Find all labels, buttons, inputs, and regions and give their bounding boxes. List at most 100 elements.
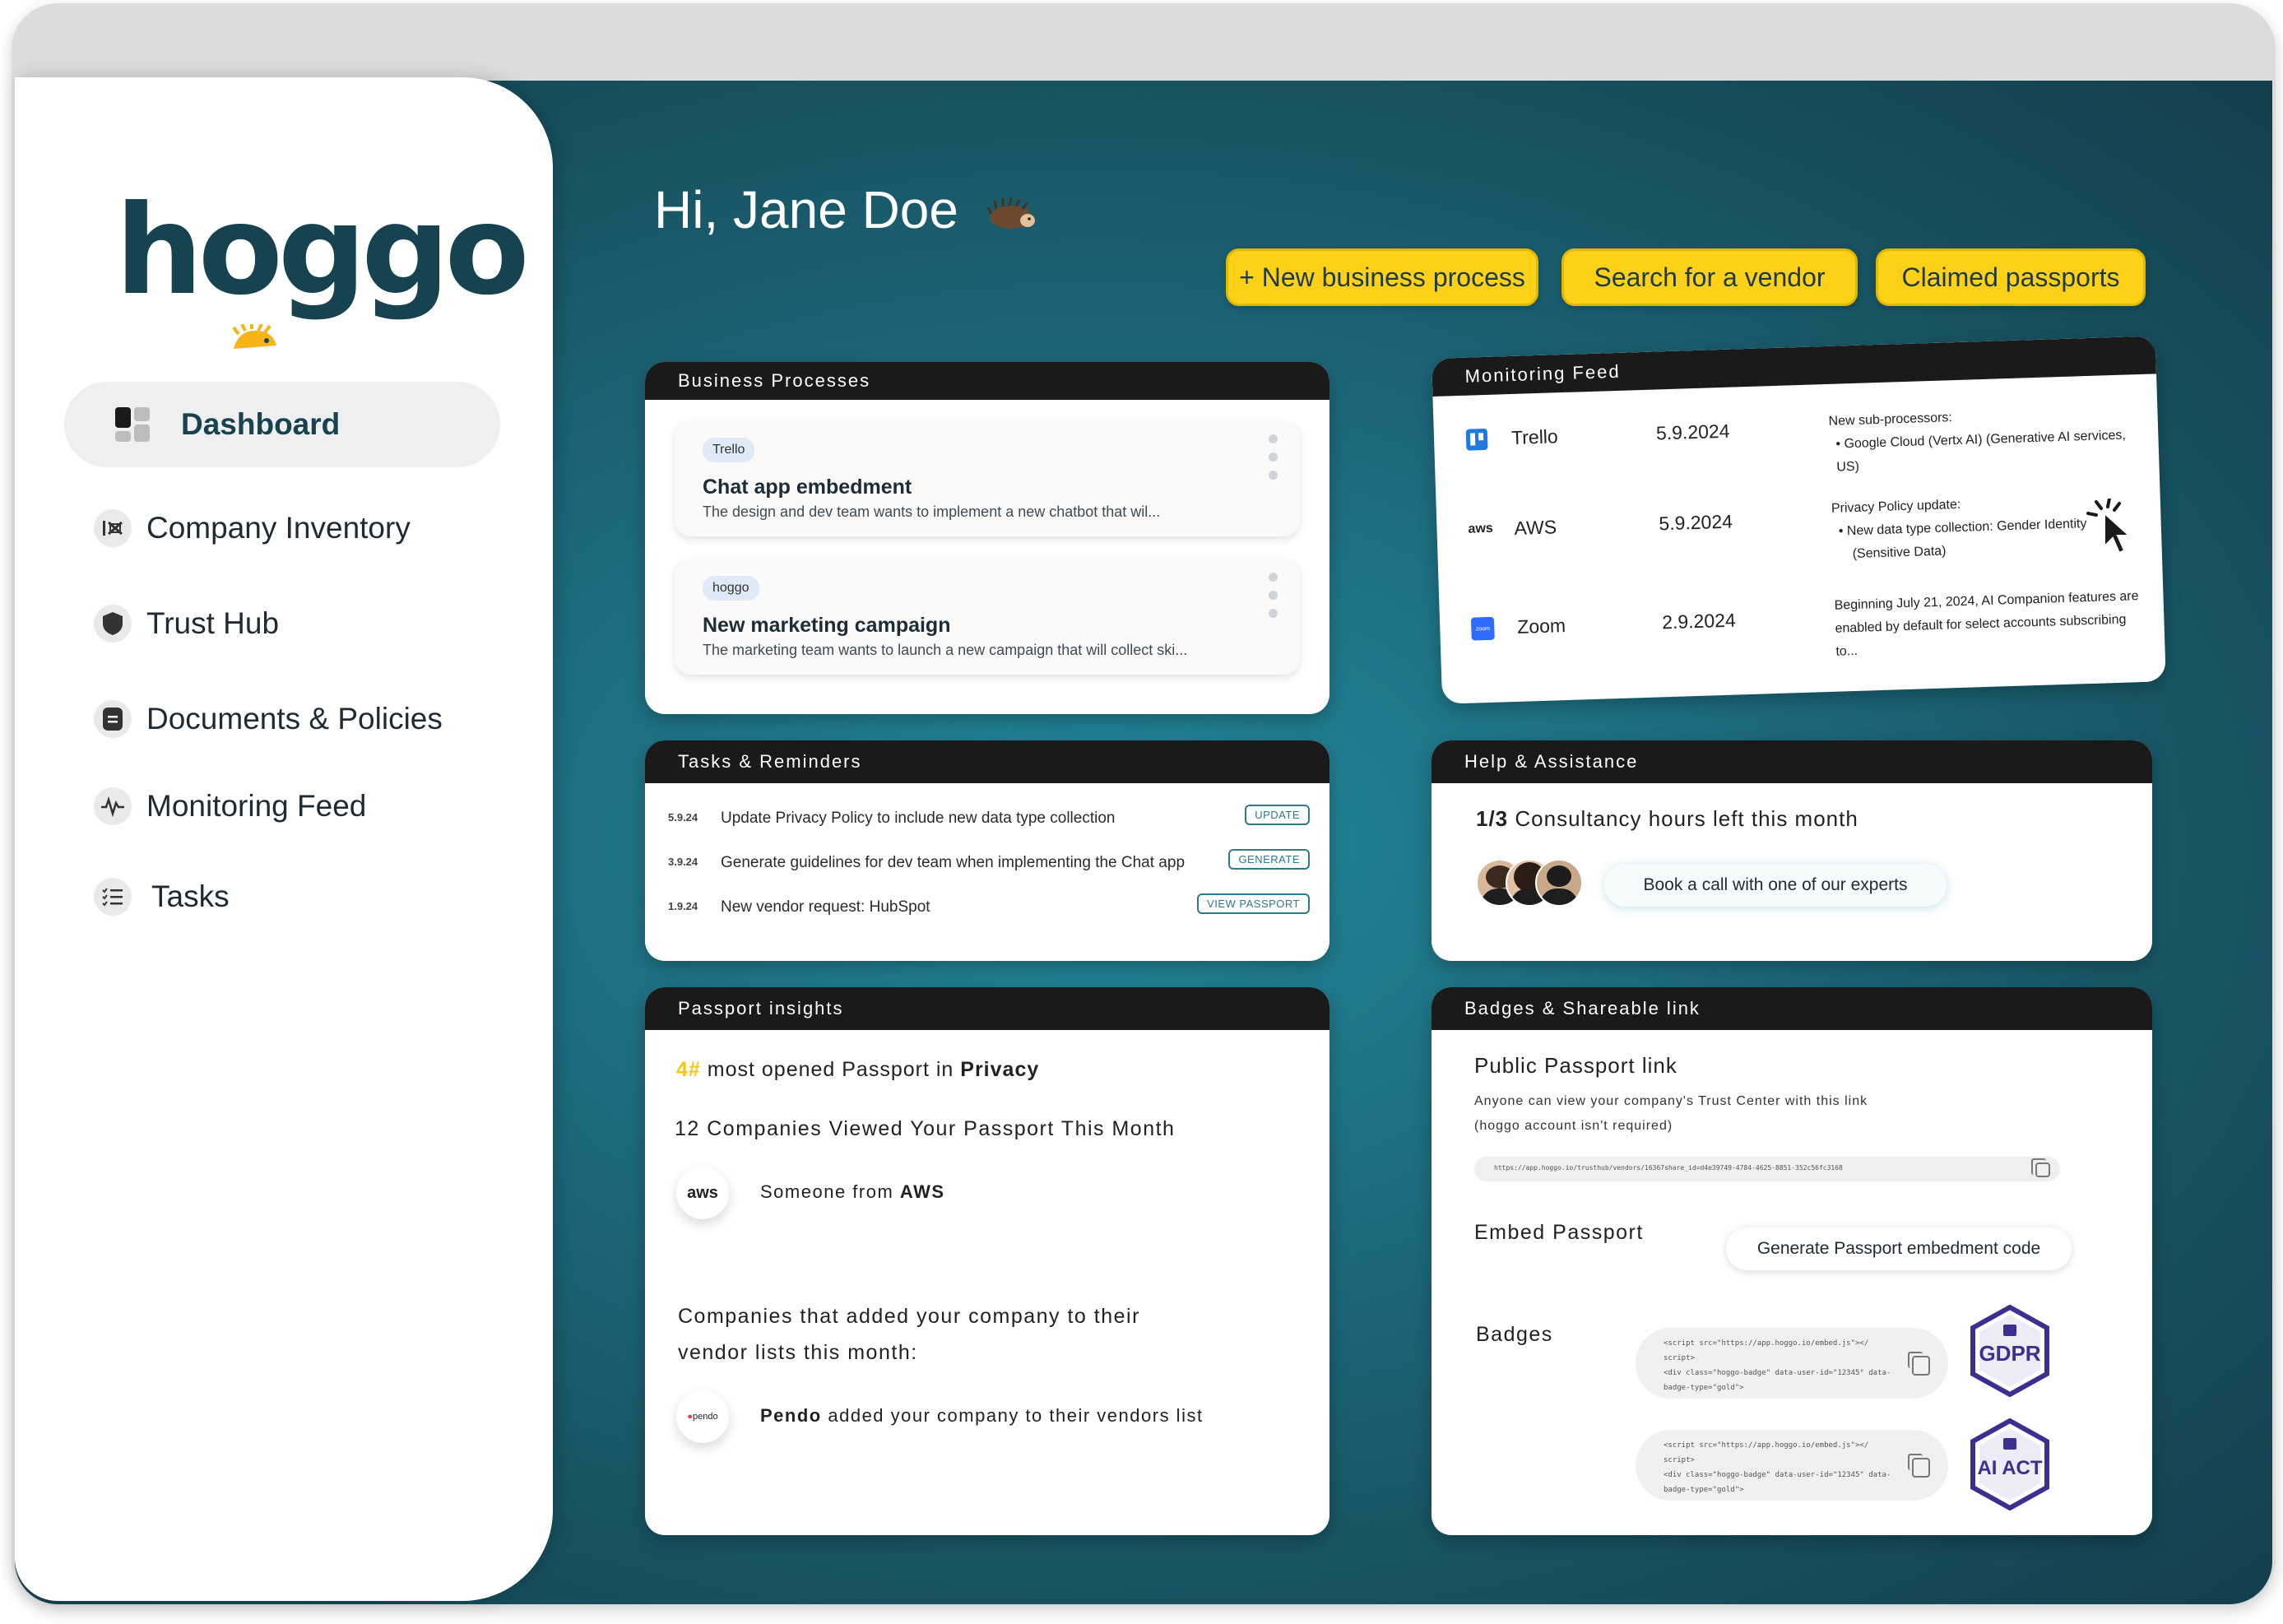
- more-options-icon[interactable]: [1269, 434, 1278, 489]
- feed-row[interactable]: aws AWS 5.9.2024 Privacy Policy update: …: [1468, 498, 2142, 561]
- shield-icon: [94, 605, 132, 643]
- passport-rank: 4# most opened Passport in Privacy: [676, 1058, 1039, 1082]
- hedgehog-icon: [986, 197, 1035, 230]
- monitoring-feed-card: Monitoring Feed Trello 5.9.2024 New sub-…: [1432, 336, 2166, 704]
- task-row[interactable]: 1.9.24 New vendor request: HubSpot VIEW …: [668, 892, 1310, 925]
- badges-title: Badges: [1476, 1323, 1553, 1346]
- feed-date: 5.9.2024: [1659, 510, 1733, 535]
- hours-count: 1/3: [1476, 806, 1509, 831]
- sidebar-item-company-inventory[interactable]: Company Inventory: [64, 485, 500, 571]
- task-text: Update Privacy Policy to include new dat…: [721, 810, 1116, 827]
- svg-text:AI ACT: AI ACT: [1977, 1457, 2042, 1479]
- card-title: Business Processes: [645, 362, 1329, 400]
- public-link-title: Public Passport link: [1474, 1053, 1677, 1078]
- aws-logo-icon: aws: [1468, 521, 1494, 536]
- added-entry: Pendo added your company to their vendor…: [760, 1405, 1204, 1427]
- trello-logo-icon: [1465, 429, 1488, 451]
- gdpr-embed-code[interactable]: <script src="https://app.hoggo.io/embed.…: [1636, 1328, 1948, 1399]
- public-link-description: Anyone can view your company's Trust Cen…: [1474, 1094, 1868, 1133]
- view-passport-button[interactable]: VIEW PASSPORT: [1197, 893, 1310, 914]
- dashboard-icon: [114, 406, 151, 443]
- card-title: Help & Assistance: [1432, 740, 2152, 783]
- process-description: The design and dev team wants to impleme…: [703, 503, 1161, 520]
- business-processes-card: Business Processes Trello Chat app embed…: [645, 362, 1329, 714]
- inventory-icon: [94, 509, 132, 547]
- process-title: Chat app embedment: [703, 476, 912, 499]
- greeting-text: Hi, Jane Doe: [654, 180, 958, 239]
- card-title: Passport insights: [645, 987, 1329, 1030]
- sidebar-item-label: Trust Hub: [146, 606, 280, 640]
- hedgehog-logo-icon: [232, 324, 276, 349]
- sidebar-item-label: Documents & Policies: [146, 702, 443, 735]
- vendor-name: Zoom: [1516, 615, 1566, 638]
- task-date: 3.9.24: [668, 856, 698, 868]
- aws-logo-icon: aws: [676, 1167, 729, 1219]
- vendor-name: Trello: [1510, 425, 1559, 448]
- generate-embed-code-button[interactable]: Generate Passport embedment code: [1726, 1227, 2072, 1270]
- copy-icon[interactable]: [2031, 1158, 2050, 1177]
- feed-row[interactable]: zoom Zoom 2.9.2024 Beginning July 21, 20…: [1470, 589, 2146, 659]
- gdpr-badge-icon: GDPR: [1970, 1305, 2049, 1397]
- task-date: 5.9.24: [668, 811, 698, 824]
- copy-icon[interactable]: [1908, 1454, 1930, 1478]
- consultancy-hours: 1/3 Consultancy hours left this month: [1476, 806, 1858, 832]
- avatar: [1535, 859, 1583, 907]
- sidebar-item-trust-hub[interactable]: Trust Hub: [64, 581, 500, 666]
- vendor-name: AWS: [1514, 516, 1557, 539]
- zoom-logo-icon: zoom: [1470, 616, 1495, 641]
- generate-button[interactable]: GENERATE: [1228, 849, 1310, 870]
- process-title: New marketing campaign: [703, 614, 951, 637]
- feed-date: 2.9.2024: [1661, 609, 1737, 633]
- business-process-item[interactable]: Trello Chat app embedment The design and…: [675, 421, 1300, 536]
- sidebar: hoggo Dashboard Company Inventory Trust …: [15, 77, 553, 1601]
- card-title: Badges & Shareable link: [1432, 987, 2152, 1030]
- rank-number: 4#: [676, 1058, 701, 1081]
- card-title: Tasks & Reminders: [645, 740, 1329, 783]
- aiact-embed-code[interactable]: <script src="https://app.hoggo.io/embed.…: [1636, 1430, 1948, 1501]
- new-business-process-button[interactable]: + New business process: [1226, 248, 1538, 306]
- task-row[interactable]: 3.9.24 Generate guidelines for dev team …: [668, 847, 1310, 880]
- badges-card: Badges & Shareable link Public Passport …: [1432, 987, 2152, 1535]
- pulse-icon: [94, 787, 132, 825]
- feed-detail: Privacy Policy update: • New data type c…: [1831, 497, 2087, 562]
- greeting: Hi, Jane Doe: [654, 179, 1036, 240]
- update-button[interactable]: UPDATE: [1245, 805, 1310, 825]
- business-process-item[interactable]: hoggo New marketing campaign The marketi…: [675, 559, 1300, 675]
- sidebar-item-label: Monitoring Feed: [146, 789, 367, 823]
- task-row[interactable]: 5.9.24 Update Privacy Policy to include …: [668, 803, 1310, 836]
- more-options-icon[interactable]: [1269, 573, 1278, 627]
- feed-detail: New sub-processors: • Google Cloud (Vert…: [1828, 411, 2127, 475]
- public-link-url: https://app.hoggo.io/trusthub/vendors/16…: [1494, 1164, 1843, 1172]
- public-link-field[interactable]: https://app.hoggo.io/trusthub/vendors/16…: [1474, 1157, 2060, 1181]
- cursor-click-icon: [2086, 499, 2132, 554]
- added-company: Pendo: [760, 1405, 822, 1426]
- vendor-tag: Trello: [703, 438, 755, 462]
- sidebar-item-dashboard[interactable]: Dashboard: [64, 382, 500, 467]
- sidebar-item-label: Tasks: [151, 879, 230, 913]
- help-card: Help & Assistance 1/3 Consultancy hours …: [1432, 740, 2152, 961]
- feed-date: 5.9.2024: [1655, 420, 1730, 444]
- viewer-entry: Someone from AWS: [760, 1181, 945, 1203]
- tasks-card: Tasks & Reminders 5.9.24 Update Privacy …: [645, 740, 1329, 961]
- sidebar-item-documents[interactable]: Documents & Policies: [64, 676, 500, 762]
- hours-text: Consultancy hours left this month: [1515, 806, 1858, 831]
- rank-category: Privacy: [960, 1058, 1040, 1081]
- passport-insights-card: Passport insights 4# most opened Passpor…: [645, 987, 1329, 1535]
- embed-passport-title: Embed Passport: [1474, 1221, 1644, 1244]
- document-icon: [94, 700, 132, 738]
- task-text: New vendor request: HubSpot: [721, 898, 930, 916]
- feed-row[interactable]: Trello 5.9.2024 New sub-processors: • Go…: [1465, 407, 2140, 475]
- checklist-icon: [94, 878, 132, 916]
- hoggo-logo: hoggo: [115, 179, 530, 322]
- sidebar-item-label: Dashboard: [181, 407, 341, 441]
- search-vendor-button[interactable]: Search for a vendor: [1561, 248, 1858, 306]
- vendor-tag: hoggo: [703, 576, 759, 601]
- sidebar-item-monitoring-feed[interactable]: Monitoring Feed: [64, 763, 500, 849]
- task-date: 1.9.24: [668, 900, 698, 912]
- claimed-passports-button[interactable]: Claimed passports: [1876, 248, 2146, 306]
- copy-icon[interactable]: [1908, 1352, 1930, 1376]
- book-call-button[interactable]: Book a call with one of our experts: [1604, 864, 1947, 907]
- viewed-count: 12 Companies Viewed Your Passport This M…: [675, 1117, 1176, 1140]
- svg-text:GDPR: GDPR: [1979, 1341, 2040, 1366]
- sidebar-item-tasks[interactable]: Tasks: [64, 854, 500, 940]
